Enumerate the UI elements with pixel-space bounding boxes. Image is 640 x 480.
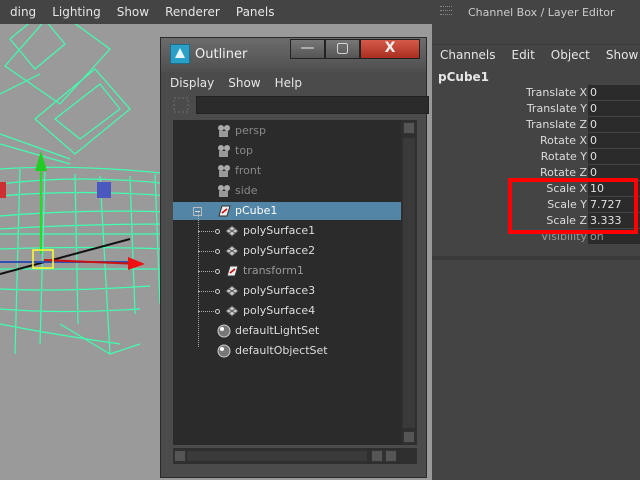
attr-value-field[interactable]: 0 xyxy=(588,133,640,148)
attr-label: Rotate X xyxy=(539,134,587,147)
tree-item-side[interactable]: side xyxy=(173,182,401,200)
transform-icon xyxy=(226,265,239,277)
scroll-left-icon[interactable] xyxy=(371,450,383,462)
tree-item-label: polySurface2 xyxy=(243,244,316,257)
menu-display[interactable]: Display xyxy=(170,76,214,90)
filter-input[interactable] xyxy=(196,96,429,114)
transform-icon xyxy=(218,205,231,217)
tree-item-label: polySurface1 xyxy=(243,224,316,237)
menu-show[interactable]: Show xyxy=(117,5,149,19)
tree-item-polysurface1[interactable]: polySurface1 xyxy=(173,222,401,240)
tree-item-transform1[interactable]: transform1 xyxy=(173,262,401,280)
scroll-right-icon[interactable] xyxy=(385,450,397,462)
menu-help[interactable]: Help xyxy=(275,76,302,90)
scroll-thumb[interactable] xyxy=(187,451,367,461)
attr-translate-z[interactable]: Translate Z0 xyxy=(432,117,640,133)
scroll-left-icon[interactable] xyxy=(174,450,186,462)
attr-label: Translate Z xyxy=(526,118,587,131)
tree-item-front[interactable]: front xyxy=(173,162,401,180)
camera-icon xyxy=(218,125,230,137)
set-icon xyxy=(217,344,231,358)
panel-divider[interactable] xyxy=(432,256,640,260)
camera-icon xyxy=(218,165,230,177)
attr-value-field[interactable]: 0 xyxy=(588,117,640,132)
attr-rotate-y[interactable]: Rotate Y0 xyxy=(432,149,640,165)
menu-panels[interactable]: Panels xyxy=(236,5,275,19)
outliner-window: Outliner — ▢ X Display Show Help persp t… xyxy=(160,37,429,478)
mesh-icon xyxy=(225,285,239,297)
mesh-icon xyxy=(225,245,239,257)
horizontal-scrollbar[interactable] xyxy=(173,448,417,464)
tree-item-label: pCube1 xyxy=(235,204,278,217)
tree-item-label: persp xyxy=(235,124,266,137)
maya-logo-icon xyxy=(170,44,190,64)
tree-item-label: defaultLightSet xyxy=(235,324,320,337)
scroll-up-icon[interactable] xyxy=(403,122,415,134)
channel-box-menu: Channels Edit Object Show xyxy=(432,44,640,65)
outliner-menu: Display Show Help xyxy=(162,72,425,94)
mesh-icon xyxy=(225,305,239,317)
attr-translate-y[interactable]: Translate Y0 xyxy=(432,101,640,117)
drag-handle-icon[interactable] xyxy=(440,3,454,19)
menu-lighting[interactable]: Lighting xyxy=(52,5,101,19)
tree-item-defaultlightset[interactable]: defaultLightSet xyxy=(173,322,401,340)
vertical-scrollbar[interactable] xyxy=(401,120,417,445)
tree-item-label: front xyxy=(235,164,262,177)
tree-item-label: polySurface3 xyxy=(243,284,316,297)
tree-node-dot xyxy=(215,229,220,234)
node-name[interactable]: pCube1 xyxy=(438,70,489,84)
tree-item-label: transform1 xyxy=(243,264,304,277)
attr-value-field[interactable]: 0 xyxy=(588,149,640,164)
maximize-button[interactable]: ▢ xyxy=(325,39,360,59)
tree-item-defaultobjectset[interactable]: defaultObjectSet xyxy=(173,342,401,360)
channel-box-panel: Channel Box / Layer Editor Channels Edit… xyxy=(432,0,640,480)
tree-node-dot xyxy=(215,309,220,314)
tree-item-persp[interactable]: persp xyxy=(173,122,401,140)
tree-item-polysurface3[interactable]: polySurface3 xyxy=(173,282,401,300)
outliner-tree: persp top front side pCube1 polySurface1… xyxy=(173,120,401,445)
tree-item-label: side xyxy=(235,184,258,197)
outliner-title: Outliner xyxy=(195,47,248,62)
tree-node-dot xyxy=(215,289,220,294)
menu-show[interactable]: Show xyxy=(606,48,638,62)
menu-object[interactable]: Object xyxy=(551,48,590,62)
outliner-titlebar[interactable]: Outliner — ▢ X xyxy=(161,38,426,72)
scroll-down-icon[interactable] xyxy=(403,431,415,443)
tree-item-top[interactable]: top xyxy=(173,142,401,160)
attr-value-field[interactable]: 0 xyxy=(588,101,640,116)
camera-icon xyxy=(218,185,230,197)
tree-item-label: top xyxy=(235,144,254,157)
close-button[interactable]: X xyxy=(360,39,420,59)
mesh-icon xyxy=(225,225,239,237)
tree-item-label: polySurface4 xyxy=(243,304,316,317)
outliner-filter xyxy=(173,96,429,114)
menu-show[interactable]: Show xyxy=(228,76,260,90)
tree-item-pcube1[interactable]: pCube1 xyxy=(173,202,401,220)
scroll-thumb[interactable] xyxy=(403,138,415,428)
attr-label: Translate Y xyxy=(526,102,587,115)
scale-highlight-box xyxy=(508,178,638,234)
attr-label: Rotate Y xyxy=(540,150,587,163)
attr-label: Translate X xyxy=(526,86,587,99)
camera-icon xyxy=(218,145,230,157)
menu-renderer[interactable]: Renderer xyxy=(165,5,220,19)
set-icon xyxy=(217,324,231,338)
tree-item-polysurface2[interactable]: polySurface2 xyxy=(173,242,401,260)
tree-node-dot xyxy=(215,249,220,254)
minimize-button[interactable]: — xyxy=(290,39,325,59)
menu-shading[interactable]: ding xyxy=(10,5,36,19)
attr-rotate-x[interactable]: Rotate X0 xyxy=(432,133,640,149)
tree-item-polysurface4[interactable]: polySurface4 xyxy=(173,302,401,320)
channel-box-title: Channel Box / Layer Editor xyxy=(468,6,615,19)
attr-translate-x[interactable]: Translate X0 xyxy=(432,85,640,101)
menu-channels[interactable]: Channels xyxy=(440,48,496,62)
viewport-menu-bar: ding Lighting Show Renderer Panels xyxy=(0,0,432,24)
filter-icon[interactable] xyxy=(173,97,189,113)
attr-value-field[interactable]: 0 xyxy=(588,85,640,100)
tree-node-dot xyxy=(215,269,220,274)
tree-item-label: defaultObjectSet xyxy=(235,344,328,357)
menu-edit[interactable]: Edit xyxy=(512,48,535,62)
